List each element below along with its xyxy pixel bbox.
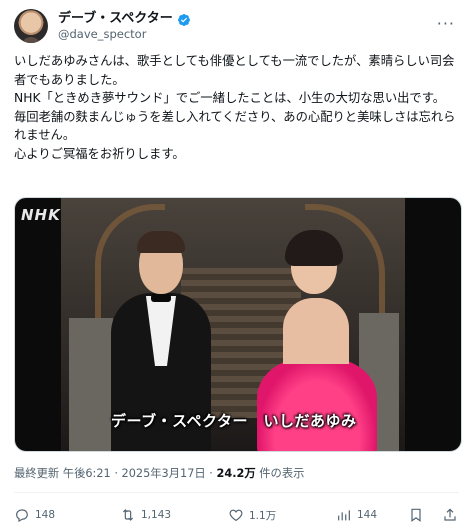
display-name[interactable]: デーブ・スペクター xyxy=(58,11,173,27)
view-label: 件の表示 xyxy=(255,467,305,480)
action-bar: 148 1,143 1.1万 144 xyxy=(14,504,459,526)
retweet-icon xyxy=(122,509,134,521)
reply-button[interactable]: 148 xyxy=(14,507,55,523)
user-handle[interactable]: @dave_spector xyxy=(58,27,191,42)
tweet-meta: 最終更新 午後6:21 · 2025年3月17日 · 24.2万 件の表示 xyxy=(14,467,304,481)
avatar[interactable] xyxy=(14,9,48,43)
user-info: デーブ・スペクター @dave_spector xyxy=(58,11,191,42)
heart-icon xyxy=(229,509,243,522)
woman-figure xyxy=(283,298,349,364)
timestamp[interactable]: 最終更新 午後6:21 · 2025年3月17日 · xyxy=(14,467,217,480)
woman-dress xyxy=(257,358,377,451)
video-caption: デーブ・スペクター いしだあゆみ xyxy=(111,412,357,430)
views-count: 144 xyxy=(357,509,378,521)
share-icon xyxy=(444,508,456,521)
stage-column-left xyxy=(69,318,113,451)
share-button[interactable] xyxy=(442,507,458,523)
views-icon xyxy=(338,510,350,521)
verified-badge-icon xyxy=(177,12,191,26)
views-button[interactable]: 144 xyxy=(336,507,377,523)
retweet-count: 1,143 xyxy=(141,509,172,521)
name-row: デーブ・スペクター xyxy=(58,11,191,27)
bookmark-icon xyxy=(411,508,421,522)
bow-tie xyxy=(151,294,171,302)
nhk-logo: NHK xyxy=(21,206,61,224)
reply-icon xyxy=(16,509,28,523)
divider xyxy=(14,492,459,493)
more-icon[interactable]: ··· xyxy=(437,14,455,33)
man-hair xyxy=(137,231,185,253)
view-count: 24.2万 xyxy=(216,467,256,480)
like-button[interactable]: 1.1万 xyxy=(228,507,276,523)
reply-count: 148 xyxy=(35,509,56,521)
tweet-media[interactable]: NHK デーブ・スペクター いしだあゆみ xyxy=(14,197,462,452)
tweet-header: デーブ・スペクター @dave_spector ··· xyxy=(14,8,459,44)
like-count: 1.1万 xyxy=(249,509,277,522)
tweet-text: いしだあゆみさんは、歌手としても俳優としても一流でしたが、素晴らしい司会者でもあ… xyxy=(14,54,456,161)
retweet-button[interactable]: 1,143 xyxy=(120,507,171,523)
bookmark-button[interactable] xyxy=(408,507,424,523)
